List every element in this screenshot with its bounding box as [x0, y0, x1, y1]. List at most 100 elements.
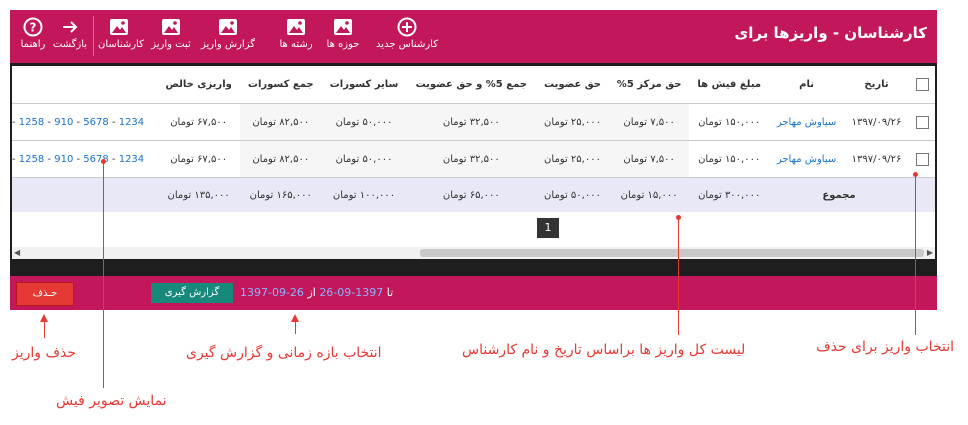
- svg-text:?: ?: [30, 21, 37, 35]
- to-date-field[interactable]: 1397-09-26: [319, 286, 383, 299]
- select-all-checkbox[interactable]: [915, 78, 929, 91]
- annotation-date-range: انتخاب بازه زمانی و گزارش گیری: [186, 345, 382, 361]
- deposit-report-button[interactable]: گزارش واریز: [200, 17, 256, 59]
- annotation-list-all: لیست کل واریز ها براساس تاریخ و نام کارش…: [462, 342, 746, 358]
- cell-net-deposit: ۶۷,۵۰۰ تومان: [157, 103, 240, 141]
- from-date-field[interactable]: 1397-09-26: [240, 286, 304, 299]
- help-icon: ?: [23, 17, 43, 37]
- cell-other-deductions: ۵۰,۰۰۰ تومان: [321, 140, 407, 178]
- cell-date: ۱۳۹۷/۰۹/۲۶: [844, 140, 909, 178]
- cell-sum-5-membership: ۳۲,۵۰۰ تومان: [406, 140, 537, 178]
- cell-total-deductions: ۸۲,۵۰۰ تومان: [239, 103, 322, 141]
- annotation-arrow-icon: [291, 314, 299, 322]
- new-expert-label: کارشناس جدید: [376, 39, 438, 50]
- annotation-delete-deposit: حذف واریز: [12, 345, 76, 361]
- header-total-deductions[interactable]: جمع کسورات: [240, 66, 322, 104]
- register-deposit-label: ثبت واریز: [151, 39, 191, 50]
- total-center-fee: ۱۵,۰۰۰ تومان: [608, 177, 690, 212]
- deposits-panel: تاریخ نام مبلغ فیش ها حق مرکز 5% حق عضوی…: [12, 66, 935, 259]
- header-net-deposit[interactable]: واریزی خالص: [157, 66, 239, 104]
- total-other-deductions: ۱۰۰,۰۰۰ تومان: [321, 177, 407, 212]
- image-icon: [219, 19, 237, 35]
- new-expert-button[interactable]: کارشناس جدید: [372, 17, 442, 59]
- scroll-right-icon[interactable]: ▶: [927, 248, 933, 257]
- from-label: از: [307, 286, 316, 299]
- image-icon: [110, 19, 128, 35]
- deposit-report-label: گزارش واریز: [200, 39, 255, 50]
- cell-receipt-links: - 1258 - 910 - 5678 - 1234: [12, 103, 158, 141]
- cell-net-deposit: ۶۷,۵۰۰ تومان: [157, 140, 240, 178]
- cell-date: ۱۳۹۷/۰۹/۲۶: [844, 103, 909, 141]
- page-1-button[interactable]: 1: [537, 218, 559, 238]
- total-row: مجموع ۳۰۰,۰۰۰ تومان ۱۵,۰۰۰ تومان ۵۰,۰۰۰ …: [12, 177, 935, 212]
- total-blank-cell: [12, 177, 158, 212]
- cell-membership: ۲۵,۰۰۰ تومان: [536, 103, 609, 141]
- date-range: 1397-09-26 تا 1397-09-26 از: [240, 286, 393, 299]
- total-total-deductions: ۱۶۵,۰۰۰ تومان: [239, 177, 322, 212]
- annotation-line: [295, 322, 296, 334]
- back-button[interactable]: بازگشت: [52, 17, 88, 59]
- header-receipts: [12, 66, 157, 104]
- domains-label: حوزه ها: [326, 39, 360, 50]
- total-membership: ۵۰,۰۰۰ تومان: [536, 177, 609, 212]
- experts-label: کارشناسان: [98, 39, 144, 50]
- cell-receipt-amount: ۱۵۰,۰۰۰ تومان: [689, 140, 769, 178]
- delete-button[interactable]: حـذف: [16, 282, 74, 306]
- total-sum-5-membership: ۶۵,۰۰۰ تومان: [406, 177, 537, 212]
- cell-total-deductions: ۸۲,۵۰۰ تومان: [239, 140, 322, 178]
- header-membership[interactable]: حق عضویت: [536, 66, 609, 104]
- annotation-show-receipt: نمایش تصویر فیش: [56, 393, 167, 409]
- header-date[interactable]: تاریخ: [844, 66, 909, 104]
- receipt-link[interactable]: 1234: [119, 154, 144, 165]
- scroll-left-icon[interactable]: ◀: [14, 248, 20, 257]
- row-checkbox[interactable]: [915, 115, 929, 129]
- annotation-arrow-icon: [40, 314, 48, 322]
- annotation-line: [44, 322, 45, 338]
- back-label: بازگشت: [52, 39, 88, 50]
- header-sum-5-membership[interactable]: جمع 5% و حق عضویت: [406, 66, 536, 104]
- header-receipt-amount[interactable]: مبلغ فیش ها: [689, 66, 769, 104]
- scrollbar-thumb[interactable]: [420, 249, 924, 257]
- annotation-select-for-delete: انتخاب واریز برای حذف: [816, 339, 954, 355]
- total-blank-cell: [909, 177, 935, 212]
- experts-button[interactable]: کارشناسان: [98, 17, 144, 59]
- help-button[interactable]: ? راهنما: [20, 17, 46, 59]
- image-icon: [334, 19, 352, 35]
- arrow-right-icon: [63, 21, 78, 33]
- cell-membership: ۲۵,۰۰۰ تومان: [536, 140, 609, 178]
- report-button[interactable]: گزارش گیری: [151, 283, 233, 303]
- to-label: تا: [386, 286, 394, 299]
- receipt-link[interactable]: 5678: [83, 117, 108, 128]
- receipt-link[interactable]: 910: [54, 117, 73, 128]
- image-icon: [162, 19, 180, 35]
- total-label: مجموع: [768, 177, 909, 212]
- help-label: راهنما: [20, 39, 46, 50]
- cell-sum-5-membership: ۳۲,۵۰۰ تومان: [406, 103, 537, 141]
- cell-receipt-links: - 1258 - 910 - 5678 - 1234: [12, 140, 158, 178]
- row-select-cell: [909, 103, 935, 141]
- app-window: ? راهنما بازگشت کارشناسان ثبت واریز گزار…: [10, 10, 937, 310]
- image-icon: [287, 19, 305, 35]
- receipt-link[interactable]: 1234: [119, 117, 144, 128]
- fields-button[interactable]: رشته ها: [278, 17, 314, 59]
- page-title: کارشناسان - واریزها برای: [734, 24, 927, 42]
- cell-other-deductions: ۵۰,۰۰۰ تومان: [321, 103, 407, 141]
- fields-label: رشته ها: [279, 39, 313, 50]
- annotation-line: [915, 175, 916, 335]
- footer-bar: حـذف گزارش گیری 1397-09-26 تا 1397-09-26…: [10, 276, 937, 310]
- cell-receipt-amount: ۱۵۰,۰۰۰ تومان: [689, 103, 769, 141]
- row-checkbox[interactable]: [915, 152, 929, 166]
- domains-button[interactable]: حوزه ها: [322, 17, 364, 59]
- register-deposit-button[interactable]: ثبت واریز: [146, 17, 196, 59]
- header-center-fee[interactable]: حق مرکز 5%: [609, 66, 690, 104]
- horizontal-scrollbar[interactable]: ◀ ▶: [12, 247, 935, 259]
- select-all-cell: [909, 66, 935, 104]
- cell-name-link[interactable]: سیاوش مهاجر: [768, 103, 845, 141]
- header-name[interactable]: نام: [769, 66, 844, 104]
- header-other-deductions[interactable]: سایر کسورات: [322, 66, 407, 104]
- receipt-link[interactable]: 1258: [19, 154, 44, 165]
- receipt-link[interactable]: 1258: [19, 117, 44, 128]
- receipt-link[interactable]: 910: [54, 154, 73, 165]
- cell-center-fee: ۷,۵۰۰ تومان: [608, 140, 690, 178]
- cell-name-link[interactable]: سیاوش مهاجر: [768, 140, 845, 178]
